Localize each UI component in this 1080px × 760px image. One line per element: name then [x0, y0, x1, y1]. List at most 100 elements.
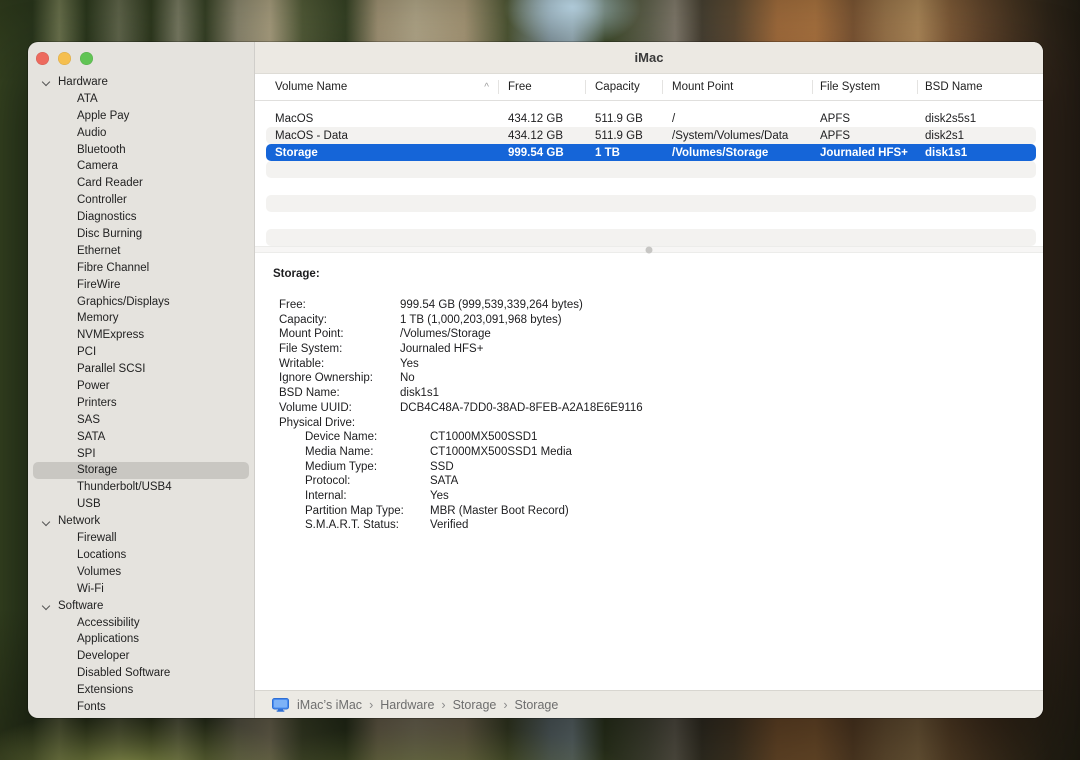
- table-row-empty: [266, 195, 1036, 212]
- sidebar-item-extensions[interactable]: Extensions: [28, 682, 254, 699]
- zoom-button[interactable]: [80, 52, 93, 65]
- sidebar-item-fibre-channel[interactable]: Fibre Channel: [28, 260, 254, 277]
- detail-value: CT1000MX500SSD1 Media: [430, 445, 572, 460]
- sidebar-item-thunderbolt-usb4[interactable]: Thunderbolt/USB4: [28, 479, 254, 496]
- detail-label: Protocol:: [305, 474, 430, 489]
- sidebar-item-diagnostics[interactable]: Diagnostics: [28, 209, 254, 226]
- sidebar-item-locations[interactable]: Locations: [28, 547, 254, 564]
- sidebar-item-ata[interactable]: ATA: [28, 91, 254, 108]
- table-row-storage[interactable]: Storage999.54 GB1 TB/Volumes/StorageJour…: [266, 144, 1036, 161]
- sidebar-item-storage[interactable]: Storage: [33, 462, 249, 479]
- column-header-free[interactable]: Free: [498, 74, 585, 100]
- sidebar-item-sas[interactable]: SAS: [28, 412, 254, 429]
- sidebar-item-camera[interactable]: Camera: [28, 158, 254, 175]
- sidebar-item-nvmexpress[interactable]: NVMExpress: [28, 327, 254, 344]
- table-cell: 434.12 GB: [498, 130, 585, 142]
- detail-row-file-system: File System:Journaled HFS+: [273, 342, 1025, 357]
- detail-value: disk1s1: [400, 386, 439, 401]
- sidebar-item-sata[interactable]: SATA: [28, 429, 254, 446]
- sidebar-item-parallel-scsi[interactable]: Parallel SCSI: [28, 361, 254, 378]
- minimize-button[interactable]: [58, 52, 71, 65]
- sidebar-item-disabled-software[interactable]: Disabled Software: [28, 665, 254, 682]
- detail-row-writable: Writable:Yes: [273, 357, 1025, 372]
- sidebar-item-label: Thunderbolt/USB4: [77, 479, 172, 496]
- sidebar-item-label: Applications: [77, 631, 139, 648]
- breadcrumb-segment-imac-s-imac: iMac’s iMac: [297, 698, 362, 712]
- sidebar-item-applications[interactable]: Applications: [28, 631, 254, 648]
- sidebar-item-label: Card Reader: [77, 175, 143, 192]
- sidebar-item-controller[interactable]: Controller: [28, 192, 254, 209]
- sidebar-section-hardware[interactable]: Hardware: [28, 74, 254, 91]
- sidebar-item-spi[interactable]: SPI: [28, 446, 254, 463]
- column-header-volume-name[interactable]: Volume Name^: [255, 74, 498, 100]
- sidebar-item-label: Extensions: [77, 682, 133, 699]
- detail-value: /Volumes/Storage: [400, 327, 491, 342]
- table-row-macos-data[interactable]: MacOS - Data434.12 GB511.9 GB/System/Vol…: [266, 127, 1036, 144]
- sidebar-item-fonts[interactable]: Fonts: [28, 699, 254, 716]
- sidebar-section-network[interactable]: Network: [28, 513, 254, 530]
- window-controls: [36, 52, 93, 65]
- detail-row-s-m-a-r-t-status: S.M.A.R.T. Status:Verified: [273, 518, 1025, 533]
- table-cell: APFS: [812, 113, 917, 125]
- sidebar-section-software[interactable]: Software: [28, 598, 254, 615]
- column-header-label: File System: [820, 81, 880, 93]
- sidebar-item-apple-pay[interactable]: Apple Pay: [28, 108, 254, 125]
- column-header-capacity[interactable]: Capacity: [585, 74, 662, 100]
- detail-row-bsd-name: BSD Name:disk1s1: [273, 386, 1025, 401]
- sidebar-item-frameworks[interactable]: Frameworks: [28, 716, 254, 718]
- detail-label: BSD Name:: [279, 386, 400, 401]
- pane-splitter[interactable]: [255, 246, 1043, 253]
- sidebar-item-label: Parallel SCSI: [77, 361, 145, 378]
- breadcrumb: iMac’s iMac›Hardware›Storage›Storage: [297, 698, 558, 712]
- sidebar-item-pci[interactable]: PCI: [28, 344, 254, 361]
- window-title-bar[interactable]: iMac: [255, 42, 1043, 74]
- table-cell: Journaled HFS+: [812, 147, 917, 159]
- sidebar-item-card-reader[interactable]: Card Reader: [28, 175, 254, 192]
- sidebar-item-ethernet[interactable]: Ethernet: [28, 243, 254, 260]
- table-cell: /System/Volumes/Data: [662, 130, 812, 142]
- details-pane: Storage: Free:999.54 GB (999,539,339,264…: [255, 253, 1043, 690]
- sidebar-item-firewire[interactable]: FireWire: [28, 277, 254, 294]
- breadcrumb-segment-storage: Storage: [515, 698, 559, 712]
- detail-value: Verified: [430, 518, 468, 533]
- column-header-label: Mount Point: [672, 81, 733, 93]
- sidebar-item-graphics-displays[interactable]: Graphics/Displays: [28, 294, 254, 311]
- sidebar-item-disc-burning[interactable]: Disc Burning: [28, 226, 254, 243]
- table-row-empty: [266, 161, 1036, 178]
- column-header-mount-point[interactable]: Mount Point: [662, 74, 812, 100]
- sidebar-item-power[interactable]: Power: [28, 378, 254, 395]
- sidebar-item-firewall[interactable]: Firewall: [28, 530, 254, 547]
- sidebar-item-label: USB: [77, 496, 101, 513]
- sidebar-item-wi-fi[interactable]: Wi-Fi: [28, 581, 254, 598]
- sidebar-item-label: Wi-Fi: [77, 581, 104, 598]
- system-information-window: HardwareATAApple PayAudioBluetoothCamera…: [28, 42, 1043, 718]
- detail-row-volume-uuid: Volume UUID:DCB4C48A-7DD0-38AD-8FEB-A2A1…: [273, 401, 1025, 416]
- table-cell: MacOS - Data: [266, 130, 498, 142]
- sidebar-item-label: Accessibility: [77, 615, 140, 632]
- sidebar-item-label: NVMExpress: [77, 327, 144, 344]
- detail-row-physical-drive: Physical Drive:: [273, 416, 1025, 431]
- sidebar-item-usb[interactable]: USB: [28, 496, 254, 513]
- sidebar-item-audio[interactable]: Audio: [28, 125, 254, 142]
- sidebar-item-developer[interactable]: Developer: [28, 648, 254, 665]
- content-pane: iMac Volume Name^FreeCapacity Mount Point…: [255, 42, 1043, 718]
- sort-ascending-icon: ^: [484, 83, 489, 93]
- sidebar-item-label: Fibre Channel: [77, 260, 149, 277]
- sidebar-item-memory[interactable]: Memory: [28, 310, 254, 327]
- sidebar-item-accessibility[interactable]: Accessibility: [28, 615, 254, 632]
- close-button[interactable]: [36, 52, 49, 65]
- table-cell: MacOS: [266, 113, 498, 125]
- detail-label: Writable:: [279, 357, 400, 372]
- table-cell: 1 TB: [585, 147, 662, 159]
- sidebar-item-volumes[interactable]: Volumes: [28, 564, 254, 581]
- table-cell: /: [662, 113, 812, 125]
- sidebar-item-bluetooth[interactable]: Bluetooth: [28, 142, 254, 159]
- column-header-bsd-name[interactable]: BSD Name: [917, 74, 1043, 100]
- table-row-empty: [266, 229, 1036, 246]
- detail-row-capacity: Capacity:1 TB (1,000,203,091,968 bytes): [273, 313, 1025, 328]
- sidebar-item-printers[interactable]: Printers: [28, 395, 254, 412]
- table-row-macos[interactable]: MacOS434.12 GB511.9 GB/APFSdisk2s5s1: [266, 110, 1036, 127]
- column-header-file-system[interactable]: File System: [812, 74, 917, 100]
- sidebar-item-label: SPI: [77, 446, 96, 463]
- detail-label: Medium Type:: [305, 460, 430, 475]
